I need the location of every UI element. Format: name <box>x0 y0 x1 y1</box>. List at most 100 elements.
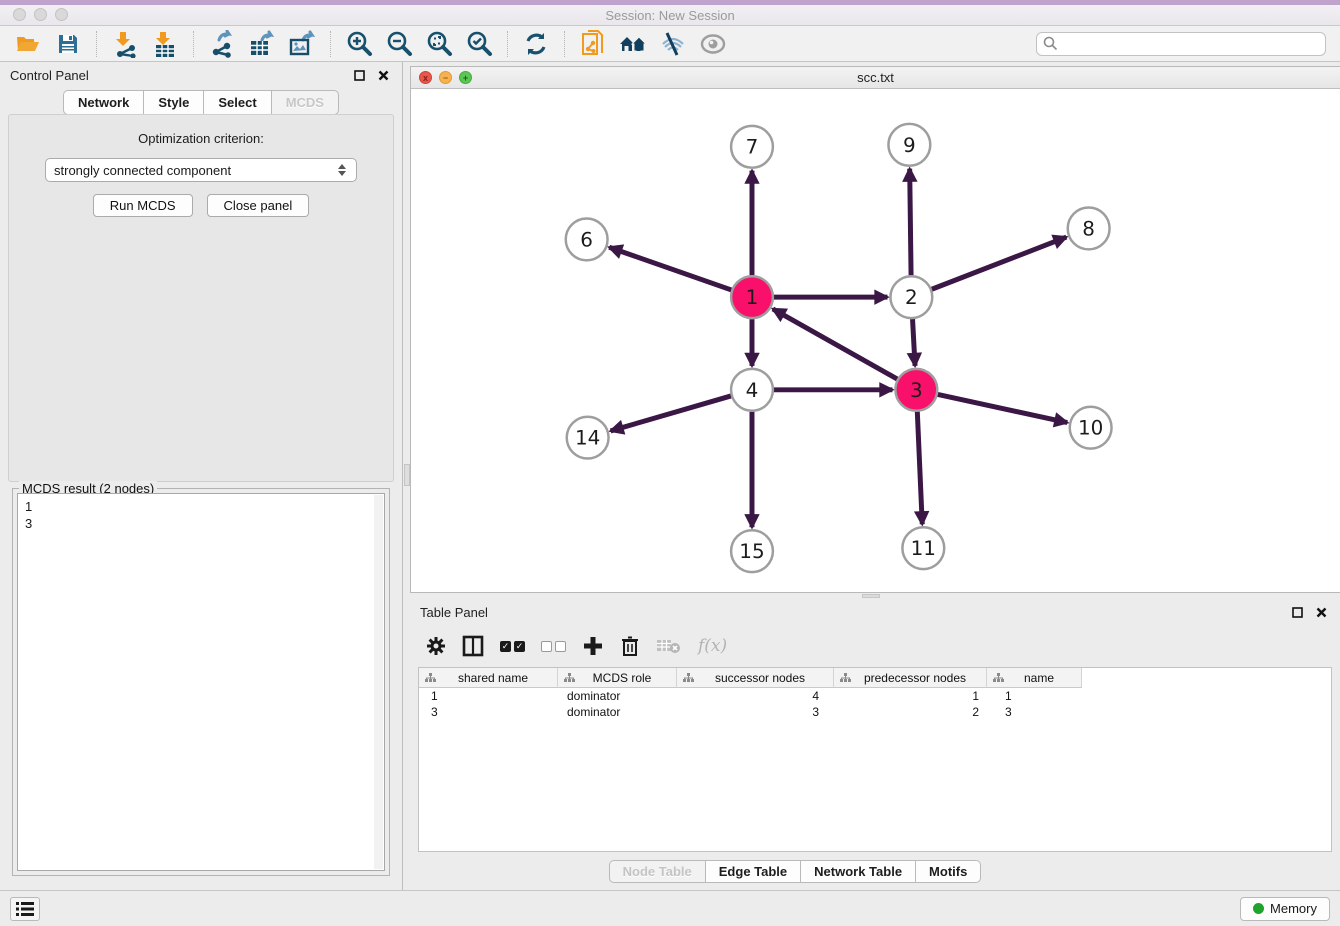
tab-mcds[interactable]: MCDS <box>271 90 339 115</box>
graph-edge-2-3[interactable] <box>913 319 916 366</box>
zoom-out-icon[interactable] <box>381 29 417 59</box>
graph-edge-2-9[interactable] <box>910 169 911 276</box>
tab-network[interactable]: Network <box>63 90 143 115</box>
graph-edge-3-11[interactable] <box>917 412 922 525</box>
export-table-icon[interactable] <box>244 29 280 59</box>
graph-node-11[interactable]: 11 <box>902 527 944 569</box>
table-row[interactable]: 3dominator323 <box>419 704 1331 720</box>
table-options-icon[interactable] <box>426 633 446 659</box>
svg-text:8: 8 <box>1082 217 1095 240</box>
graph-node-7[interactable]: 7 <box>731 126 773 168</box>
show-graphics-details-icon[interactable] <box>695 29 731 59</box>
float-panel-icon[interactable] <box>350 66 368 84</box>
export-network-icon[interactable] <box>204 29 240 59</box>
table-cell[interactable]: 4 <box>677 688 834 704</box>
graph-node-10[interactable]: 10 <box>1070 407 1112 449</box>
search-input[interactable] <box>1063 37 1319 51</box>
mcds-result-text[interactable]: 1 3 <box>17 493 385 871</box>
graph-node-1[interactable]: 1 <box>731 276 773 318</box>
graph-node-14[interactable]: 14 <box>567 417 609 459</box>
split-columns-icon[interactable] <box>462 633 484 659</box>
table-row[interactable]: 1dominator411 <box>419 688 1331 704</box>
result-scrollbar[interactable] <box>374 495 383 869</box>
table-cell[interactable]: 1 <box>834 688 987 704</box>
status-bar: Memory <box>0 890 1340 926</box>
task-history-button[interactable] <box>10 897 40 921</box>
zoom-selected-icon[interactable] <box>461 29 497 59</box>
graph-node-4[interactable]: 4 <box>731 369 773 411</box>
column-header-MCDS-role[interactable]: MCDS role <box>558 668 677 688</box>
graph-node-2[interactable]: 2 <box>890 276 932 318</box>
table-cell[interactable]: 2 <box>834 704 987 720</box>
home-layout-icon[interactable] <box>615 29 651 59</box>
tab-select[interactable]: Select <box>203 90 270 115</box>
graph-edge-3-1[interactable] <box>773 309 897 379</box>
select-all-checkboxes-icon[interactable] <box>500 633 525 659</box>
zoom-in-icon[interactable] <box>341 29 377 59</box>
delete-column-icon[interactable] <box>620 633 640 659</box>
close-panel-button[interactable]: Close panel <box>207 194 310 217</box>
table-cell[interactable]: dominator <box>558 688 677 704</box>
close-panel-icon[interactable] <box>374 66 392 84</box>
tab-network-table[interactable]: Network Table <box>800 860 915 883</box>
column-header-successor-nodes[interactable]: successor nodes <box>677 668 834 688</box>
float-panel-icon[interactable] <box>1288 603 1306 621</box>
network-view-window: scc.txt x − + 1234678910111415 <box>410 66 1340 593</box>
graph-edge-2-8[interactable] <box>932 237 1067 289</box>
tab-edge-table[interactable]: Edge Table <box>705 860 800 883</box>
table-cell[interactable]: dominator <box>558 704 677 720</box>
svg-text:6: 6 <box>580 228 593 251</box>
open-session-icon[interactable] <box>10 29 46 59</box>
tab-node-table[interactable]: Node Table <box>609 860 705 883</box>
zoom-fit-icon[interactable] <box>421 29 457 59</box>
tab-motifs[interactable]: Motifs <box>915 860 981 883</box>
graph-edge-4-14[interactable] <box>611 396 731 431</box>
column-header-shared-name[interactable]: shared name <box>419 668 558 688</box>
tab-style[interactable]: Style <box>143 90 203 115</box>
control-panel-title: Control Panel <box>10 68 89 83</box>
graph-node-6[interactable]: 6 <box>566 218 608 260</box>
graph-node-3[interactable]: 3 <box>895 369 937 411</box>
graph-edge-1-6[interactable] <box>609 247 731 290</box>
table-cell[interactable]: 3 <box>419 704 558 720</box>
graph-node-15[interactable]: 15 <box>731 530 773 572</box>
column-header-predecessor-nodes[interactable]: predecessor nodes <box>834 668 987 688</box>
save-session-icon[interactable] <box>50 29 86 59</box>
graph-node-9[interactable]: 9 <box>888 124 930 166</box>
column-header-name[interactable]: name <box>987 668 1082 688</box>
export-image-icon[interactable] <box>284 29 320 59</box>
import-network-icon[interactable] <box>107 29 143 59</box>
memory-button[interactable]: Memory <box>1240 897 1330 921</box>
search-box[interactable] <box>1036 32 1326 56</box>
toolbar-separator <box>507 31 508 57</box>
vertical-splitter[interactable] <box>402 62 410 890</box>
table-cell[interactable]: 3 <box>677 704 834 720</box>
splitter-grip[interactable] <box>404 464 410 486</box>
table-cell[interactable]: 1 <box>987 688 1082 704</box>
criterion-dropdown[interactable]: strongly connected component <box>45 158 357 182</box>
svg-text:3: 3 <box>910 379 923 402</box>
import-table-icon[interactable] <box>147 29 183 59</box>
table-cell[interactable]: 3 <box>987 704 1082 720</box>
main-area: Control Panel NetworkStyleSelectMCDS Opt… <box>0 62 1340 890</box>
run-mcds-button[interactable]: Run MCDS <box>93 194 193 217</box>
close-panel-icon[interactable] <box>1312 603 1330 621</box>
criterion-dropdown-value: strongly connected component <box>54 163 336 178</box>
graph-node-8[interactable]: 8 <box>1068 208 1110 250</box>
graph-edge-3-10[interactable] <box>938 394 1068 422</box>
table-cell[interactable]: 1 <box>419 688 558 704</box>
control-panel-tabs: NetworkStyleSelectMCDS <box>0 90 402 115</box>
function-builder-icon[interactable]: f(x) <box>698 633 727 659</box>
network-canvas[interactable]: 1 2 3 4 6 7 8 9 10 11 14 15 <box>411 89 1340 592</box>
copy-network-icon[interactable] <box>575 29 611 59</box>
node-table[interactable]: shared nameMCDS rolesuccessor nodesprede… <box>418 667 1332 852</box>
horizontal-splitter[interactable] <box>410 593 1340 599</box>
deselect-all-checkboxes-icon[interactable] <box>541 633 566 659</box>
optimization-criterion-label: Optimization criterion: <box>9 131 393 146</box>
add-column-icon[interactable] <box>582 633 604 659</box>
refresh-icon[interactable] <box>518 29 554 59</box>
splitter-grip[interactable] <box>862 594 880 598</box>
hide-graphics-details-icon[interactable] <box>655 29 691 59</box>
delete-table-icon[interactable] <box>656 633 682 659</box>
toolbar-separator <box>193 31 194 57</box>
